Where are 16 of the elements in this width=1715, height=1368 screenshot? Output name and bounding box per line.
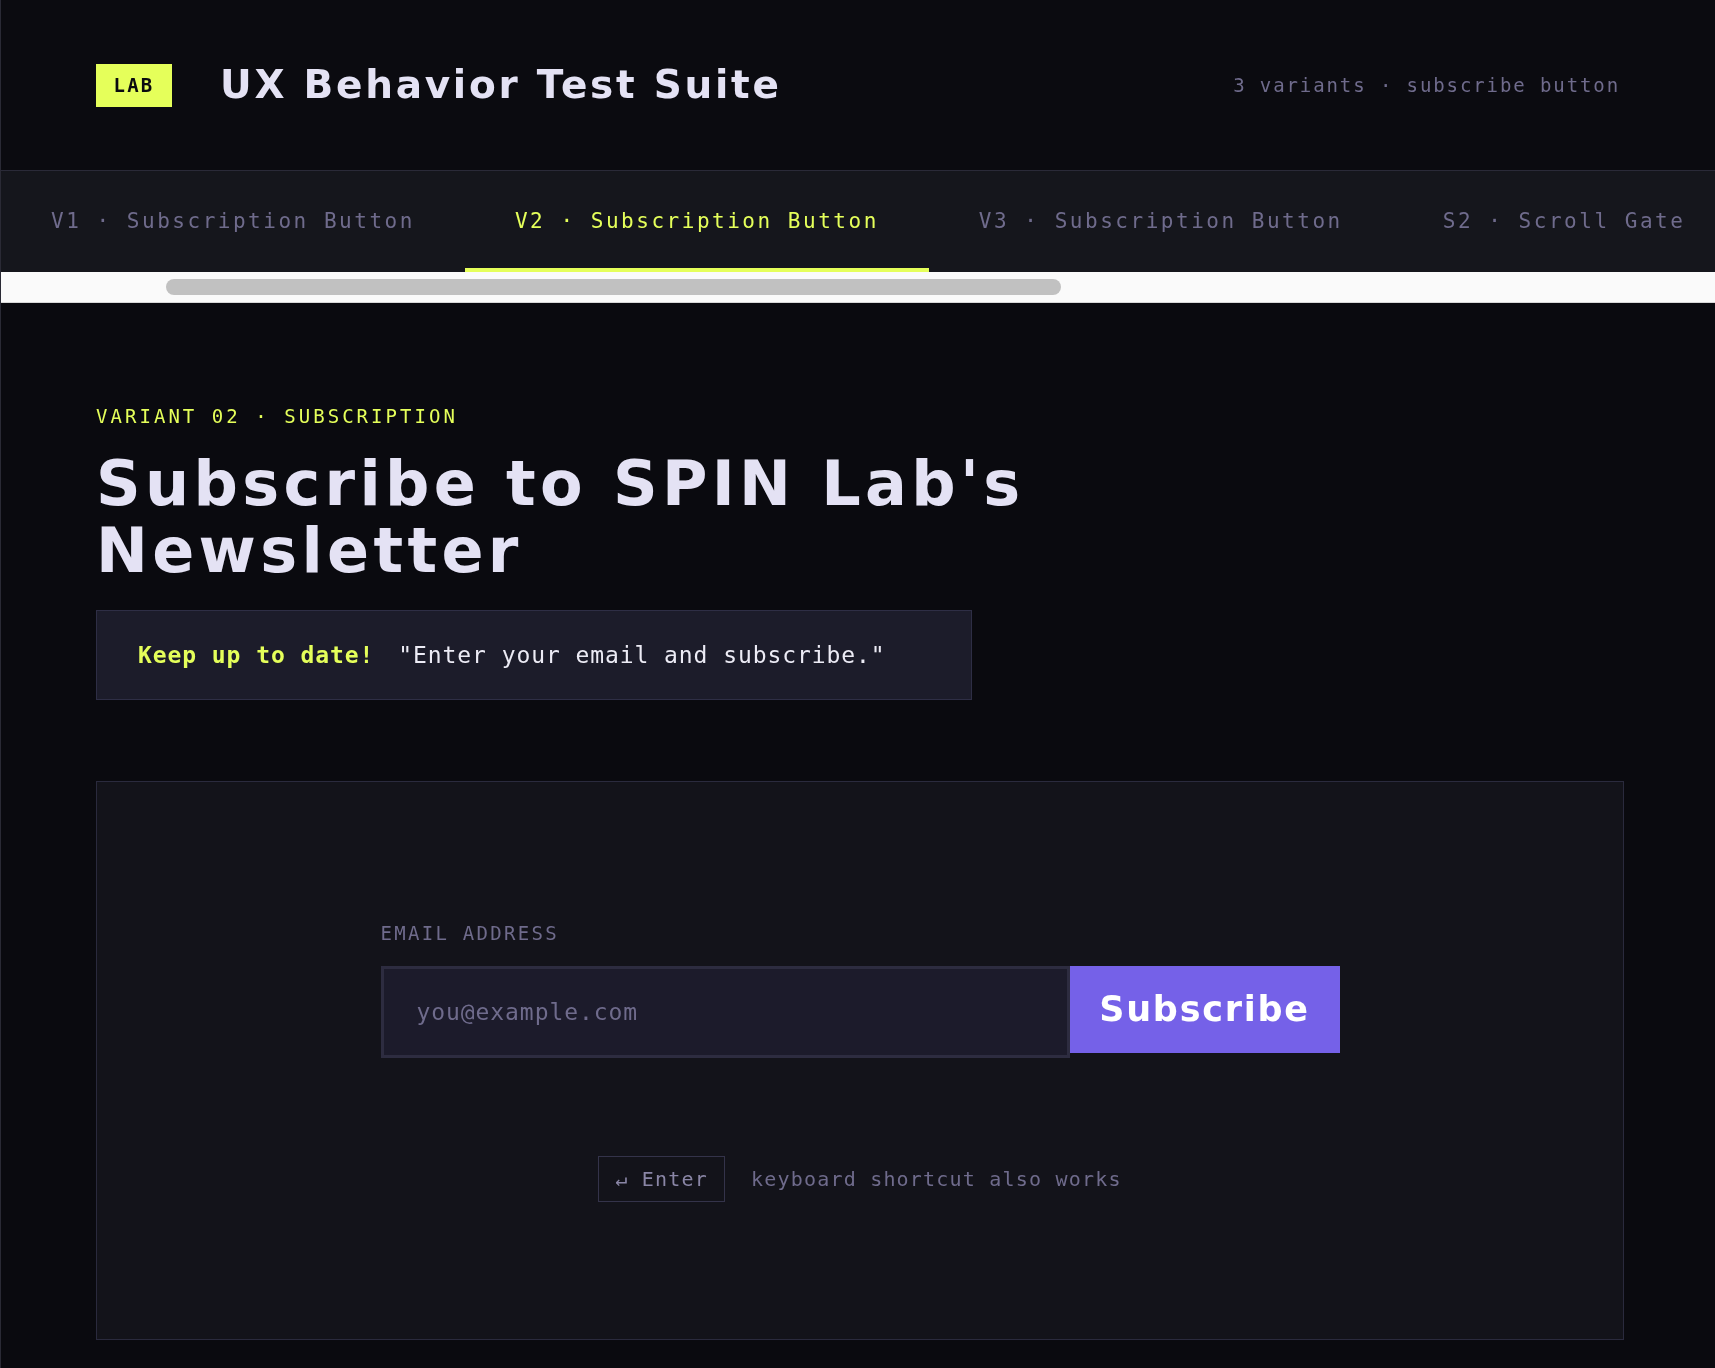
header-meta: 3 variants · subscribe button [1233, 72, 1620, 98]
variant-tab[interactable]: S2 · Scroll Gate [1392, 171, 1715, 272]
scrollbar-thumb[interactable] [166, 279, 1061, 295]
lab-badge: LAB [96, 63, 172, 107]
email-input[interactable]: you@example.com [380, 966, 1070, 1058]
eyebrow-label: VARIANT 02 · SUBSCRIPTION [96, 404, 458, 429]
callout-text: "Enter your email and subscribe." [398, 640, 886, 670]
callout-lead: Keep up to date! [138, 640, 375, 670]
enter-key-hint: ↵ Enter [598, 1156, 725, 1202]
email-label: EMAIL ADDRESS [380, 921, 559, 946]
variant-tab[interactable]: V3 · Subscription Button [928, 171, 1393, 272]
app-title: UX Behavior Test Suite [220, 60, 782, 109]
page-heading: Subscribe to SPIN Lab's Newsletter [96, 450, 1026, 584]
shortcut-hint: keyboard shortcut also works [750, 1166, 1122, 1193]
subscribe-button[interactable]: Subscribe [1069, 966, 1340, 1053]
variant-tab[interactable]: V1 · Subscription Button [1, 171, 465, 272]
